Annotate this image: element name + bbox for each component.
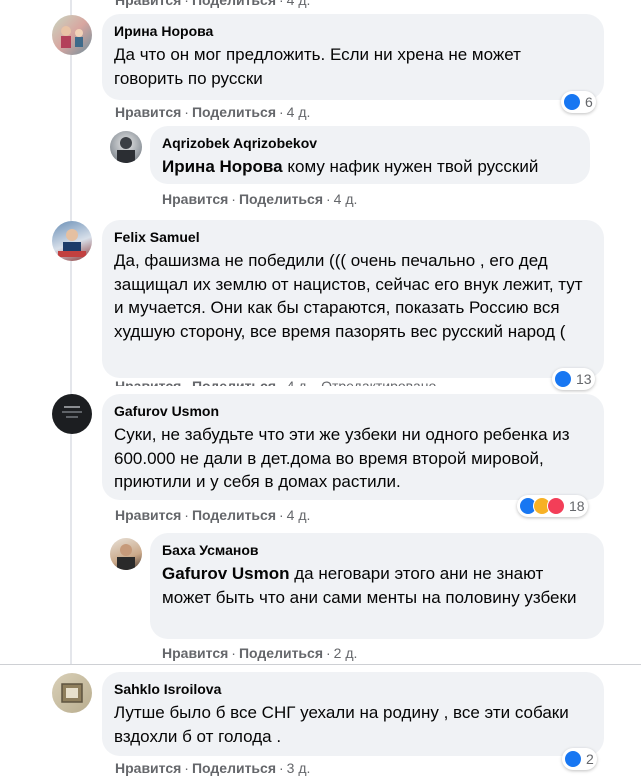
separator: · xyxy=(279,760,284,776)
comment-text: Суки, не забудьте что эти же узбеки ни о… xyxy=(114,425,570,491)
comment-bubble: Gafurov Usmon Суки, не забудьте что эти … xyxy=(102,394,604,500)
share-link[interactable]: Поделиться xyxy=(192,104,276,120)
separator: · xyxy=(279,0,284,8)
thread-line xyxy=(70,0,72,664)
like-link[interactable]: Нравится xyxy=(115,104,181,120)
reaction-count: 6 xyxy=(585,94,593,110)
like-icon xyxy=(563,93,581,111)
share-link[interactable]: Поделиться xyxy=(192,760,276,776)
avatar-photo-icon xyxy=(62,406,82,418)
like-link[interactable]: Нравится xyxy=(115,760,181,776)
reply-actions: Нравится · Поделиться · 2 д. xyxy=(162,645,357,661)
comment-actions: Нравится · Поделиться · 3 д. xyxy=(115,760,310,776)
comment-text: Лутше было б все СНГ уехали на родину , … xyxy=(114,703,569,746)
reaction-summary[interactable]: 18 xyxy=(517,495,588,517)
separator: · xyxy=(326,191,331,207)
avatar-photo-icon xyxy=(61,683,83,703)
like-link[interactable]: Нравится xyxy=(162,191,228,207)
separator: · xyxy=(231,645,236,661)
like-link[interactable]: Нравится xyxy=(115,507,181,523)
comment-age[interactable]: 4 д. xyxy=(287,0,311,8)
comment-age[interactable]: 4 д. xyxy=(287,104,311,120)
separator: · xyxy=(313,378,319,394)
share-link[interactable]: Поделиться xyxy=(239,645,323,661)
share-link[interactable]: Поделиться xyxy=(192,0,276,8)
reply-bubble: Aqrizobek Aqrizobekov Ирина Норова кому … xyxy=(150,126,590,184)
reply-age[interactable]: 2 д. xyxy=(334,645,358,661)
reaction-count: 13 xyxy=(576,371,592,387)
separator: · xyxy=(184,760,189,776)
comment-actions-partial: Нравится · Поделиться · 4 д. xyxy=(115,0,310,8)
avatar[interactable] xyxy=(110,131,142,163)
separator: · xyxy=(279,378,284,394)
separator: · xyxy=(279,104,284,120)
share-link[interactable]: Поделиться xyxy=(192,507,276,523)
separator: · xyxy=(326,645,331,661)
like-icon xyxy=(564,750,582,768)
avatar[interactable] xyxy=(52,394,92,434)
separator: · xyxy=(184,0,189,8)
comment-bubble: Felix Samuel Да, фашизма не победили (((… xyxy=(102,220,604,378)
share-link[interactable]: Поделиться xyxy=(192,378,276,386)
comment-bubble: Ирина Норова Да что он мог предложить. Е… xyxy=(102,14,604,100)
love-icon xyxy=(547,497,565,515)
reaction-count: 2 xyxy=(586,751,594,767)
reply-text: Gafurov Usmon да неговари этого ани не з… xyxy=(162,562,592,609)
like-link[interactable]: Нравится xyxy=(115,378,181,386)
avatar[interactable] xyxy=(52,673,92,713)
thread-divider xyxy=(0,664,641,665)
comment-bubble: Sahklo Isroilova Лутше было б все СНГ уе… xyxy=(102,672,604,756)
comment-author[interactable]: Ирина Норова xyxy=(114,22,592,41)
avatar[interactable] xyxy=(52,221,92,261)
reaction-summary[interactable]: 6 xyxy=(561,91,596,113)
avatar[interactable] xyxy=(52,15,92,55)
comment-author[interactable]: Felix Samuel xyxy=(114,228,592,247)
share-link[interactable]: Поделиться xyxy=(239,191,323,207)
comment-actions: Нравится · Поделиться · 4 д. · Отредактировано xyxy=(115,378,436,394)
separator: · xyxy=(184,104,189,120)
mention-link[interactable]: Gafurov Usmon xyxy=(162,564,290,583)
separator: · xyxy=(184,378,189,394)
like-icon xyxy=(554,370,572,388)
reply-author[interactable]: Баха Усманов xyxy=(162,541,592,560)
reaction-summary[interactable]: 13 xyxy=(552,368,595,390)
like-link[interactable]: Нравится xyxy=(162,645,228,661)
like-link[interactable]: Нравится xyxy=(115,0,181,8)
edited-label[interactable]: Отредактировано xyxy=(321,378,436,386)
comment-author[interactable]: Sahklo Isroilova xyxy=(114,680,592,699)
separator: · xyxy=(279,507,284,523)
comment-age[interactable]: 4 д. xyxy=(287,378,311,386)
comment-author[interactable]: Gafurov Usmon xyxy=(114,402,592,421)
reply-age[interactable]: 4 д. xyxy=(334,191,358,207)
reply-text: Ирина Норова кому нафик нужен твой русск… xyxy=(162,155,578,179)
avatar-photo-icon xyxy=(117,137,135,163)
avatar-photo-icon xyxy=(58,229,86,257)
reply-author[interactable]: Aqrizobek Aqrizobekov xyxy=(162,134,578,153)
separator: · xyxy=(184,507,189,523)
separator: · xyxy=(231,191,236,207)
reaction-count: 18 xyxy=(569,498,585,514)
comment-text: Да что он мог предложить. Если ни хрена … xyxy=(114,45,521,88)
reaction-summary[interactable]: 2 xyxy=(562,748,597,770)
comment-text: Да, фашизма не победили ((( очень печаль… xyxy=(114,251,583,341)
reply-text-body: кому нафик нужен твой русский xyxy=(287,157,539,176)
avatar-photo-icon xyxy=(117,544,135,570)
mention-link[interactable]: Ирина Норова xyxy=(162,157,283,176)
avatar[interactable] xyxy=(110,538,142,570)
comment-actions: Нравится · Поделиться · 4 д. xyxy=(115,507,310,523)
comment-age[interactable]: 3 д. xyxy=(287,760,311,776)
avatar-photo-icon xyxy=(61,26,83,48)
comment-actions: Нравится · Поделиться · 4 д. xyxy=(115,104,310,120)
reply-actions: Нравится · Поделиться · 4 д. xyxy=(162,191,357,207)
comment-age[interactable]: 4 д. xyxy=(287,507,311,523)
reply-bubble: Баха Усманов Gafurov Usmon да неговари э… xyxy=(150,533,604,639)
